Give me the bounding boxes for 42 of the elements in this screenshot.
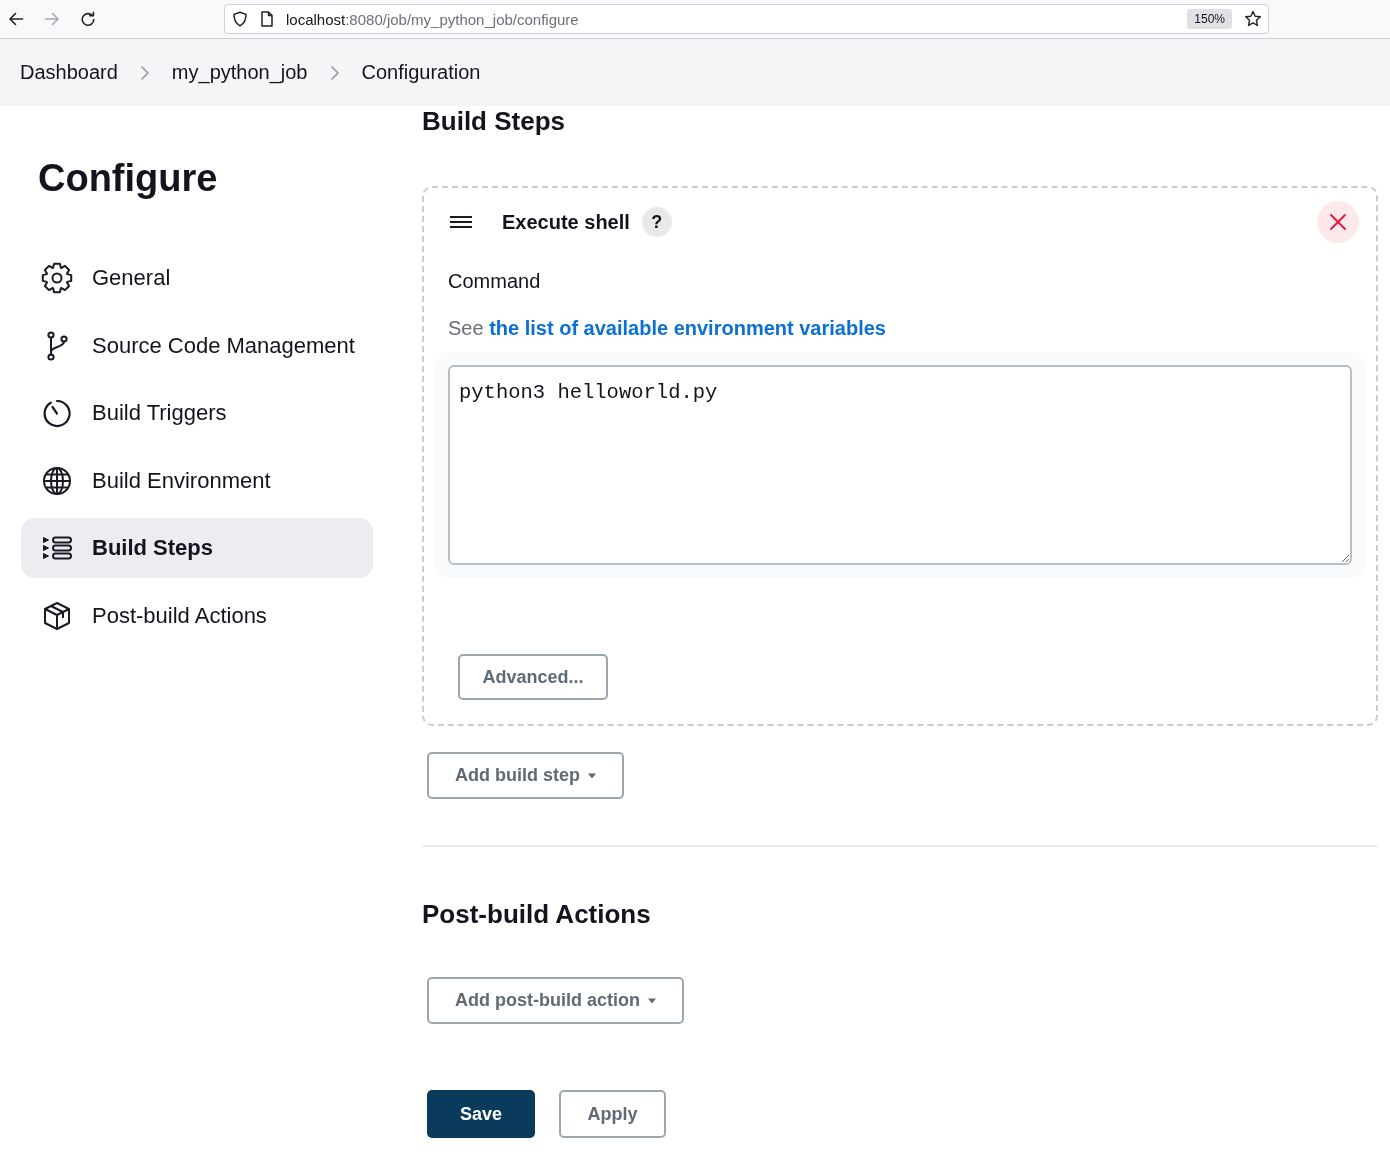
- shield-icon[interactable]: [232, 11, 248, 27]
- caret-icon: [648, 997, 656, 1004]
- breadcrumb-link[interactable]: Configuration: [361, 61, 481, 84]
- sidebar-item[interactable]: Build Triggers: [21, 383, 373, 443]
- hint-text: See the list of available environment variables: [448, 316, 886, 340]
- add-build-step-button[interactable]: Add build step: [427, 752, 624, 799]
- chevron-icon: [329, 64, 340, 81]
- close-button[interactable]: [1317, 201, 1359, 243]
- timer-icon: [41, 397, 73, 429]
- section-heading: Post-build Actions: [422, 899, 651, 929]
- back-icon[interactable]: [8, 11, 24, 27]
- star-icon[interactable]: [1244, 10, 1262, 28]
- sidebar-item[interactable]: Source Code Management: [21, 315, 373, 376]
- advanced-button[interactable]: Advanced...: [458, 654, 608, 700]
- command-field[interactable]: python3 helloworld.py: [448, 365, 1352, 565]
- globe-icon: [41, 464, 73, 497]
- page-title: Configure: [38, 156, 219, 200]
- help-button[interactable]: ?: [641, 207, 672, 237]
- field-label: Command: [448, 269, 541, 293]
- breadcrumb-link[interactable]: Dashboard: [20, 61, 118, 84]
- sidebar-item[interactable]: Post-build Actions: [21, 585, 373, 646]
- section-heading: Build Steps: [422, 106, 565, 136]
- add-post-build-button[interactable]: Add post-build action: [427, 977, 684, 1024]
- url-text: localhost:8080/job/my_python_job/configure: [286, 10, 580, 28]
- step-title: Execute shell: [502, 210, 630, 234]
- sidebar-item[interactable]: General: [21, 248, 373, 308]
- close-icon: [1330, 214, 1346, 230]
- save-button[interactable]: Save: [427, 1090, 535, 1138]
- env-vars-link[interactable]: the list of available environment variables: [489, 317, 886, 339]
- reload-icon[interactable]: [80, 11, 96, 27]
- sidebar-item[interactable]: Build Environment: [21, 450, 373, 511]
- package-icon: [41, 599, 73, 632]
- chevron-icon: [139, 64, 150, 81]
- apply-button[interactable]: Apply: [559, 1090, 666, 1138]
- sidebar-item[interactable]: Build Steps: [21, 518, 373, 578]
- drag-handle-icon[interactable]: [449, 215, 473, 229]
- gear-icon: [41, 262, 73, 294]
- address-bar[interactable]: localhost:8080/job/my_python_job/configure 150%: [224, 4, 1269, 34]
- breadcrumb-link[interactable]: my_python_job: [171, 61, 308, 84]
- page-icon: [261, 11, 273, 27]
- caret-icon: [588, 772, 596, 779]
- zoom-level-badge[interactable]: 150%: [1187, 9, 1232, 29]
